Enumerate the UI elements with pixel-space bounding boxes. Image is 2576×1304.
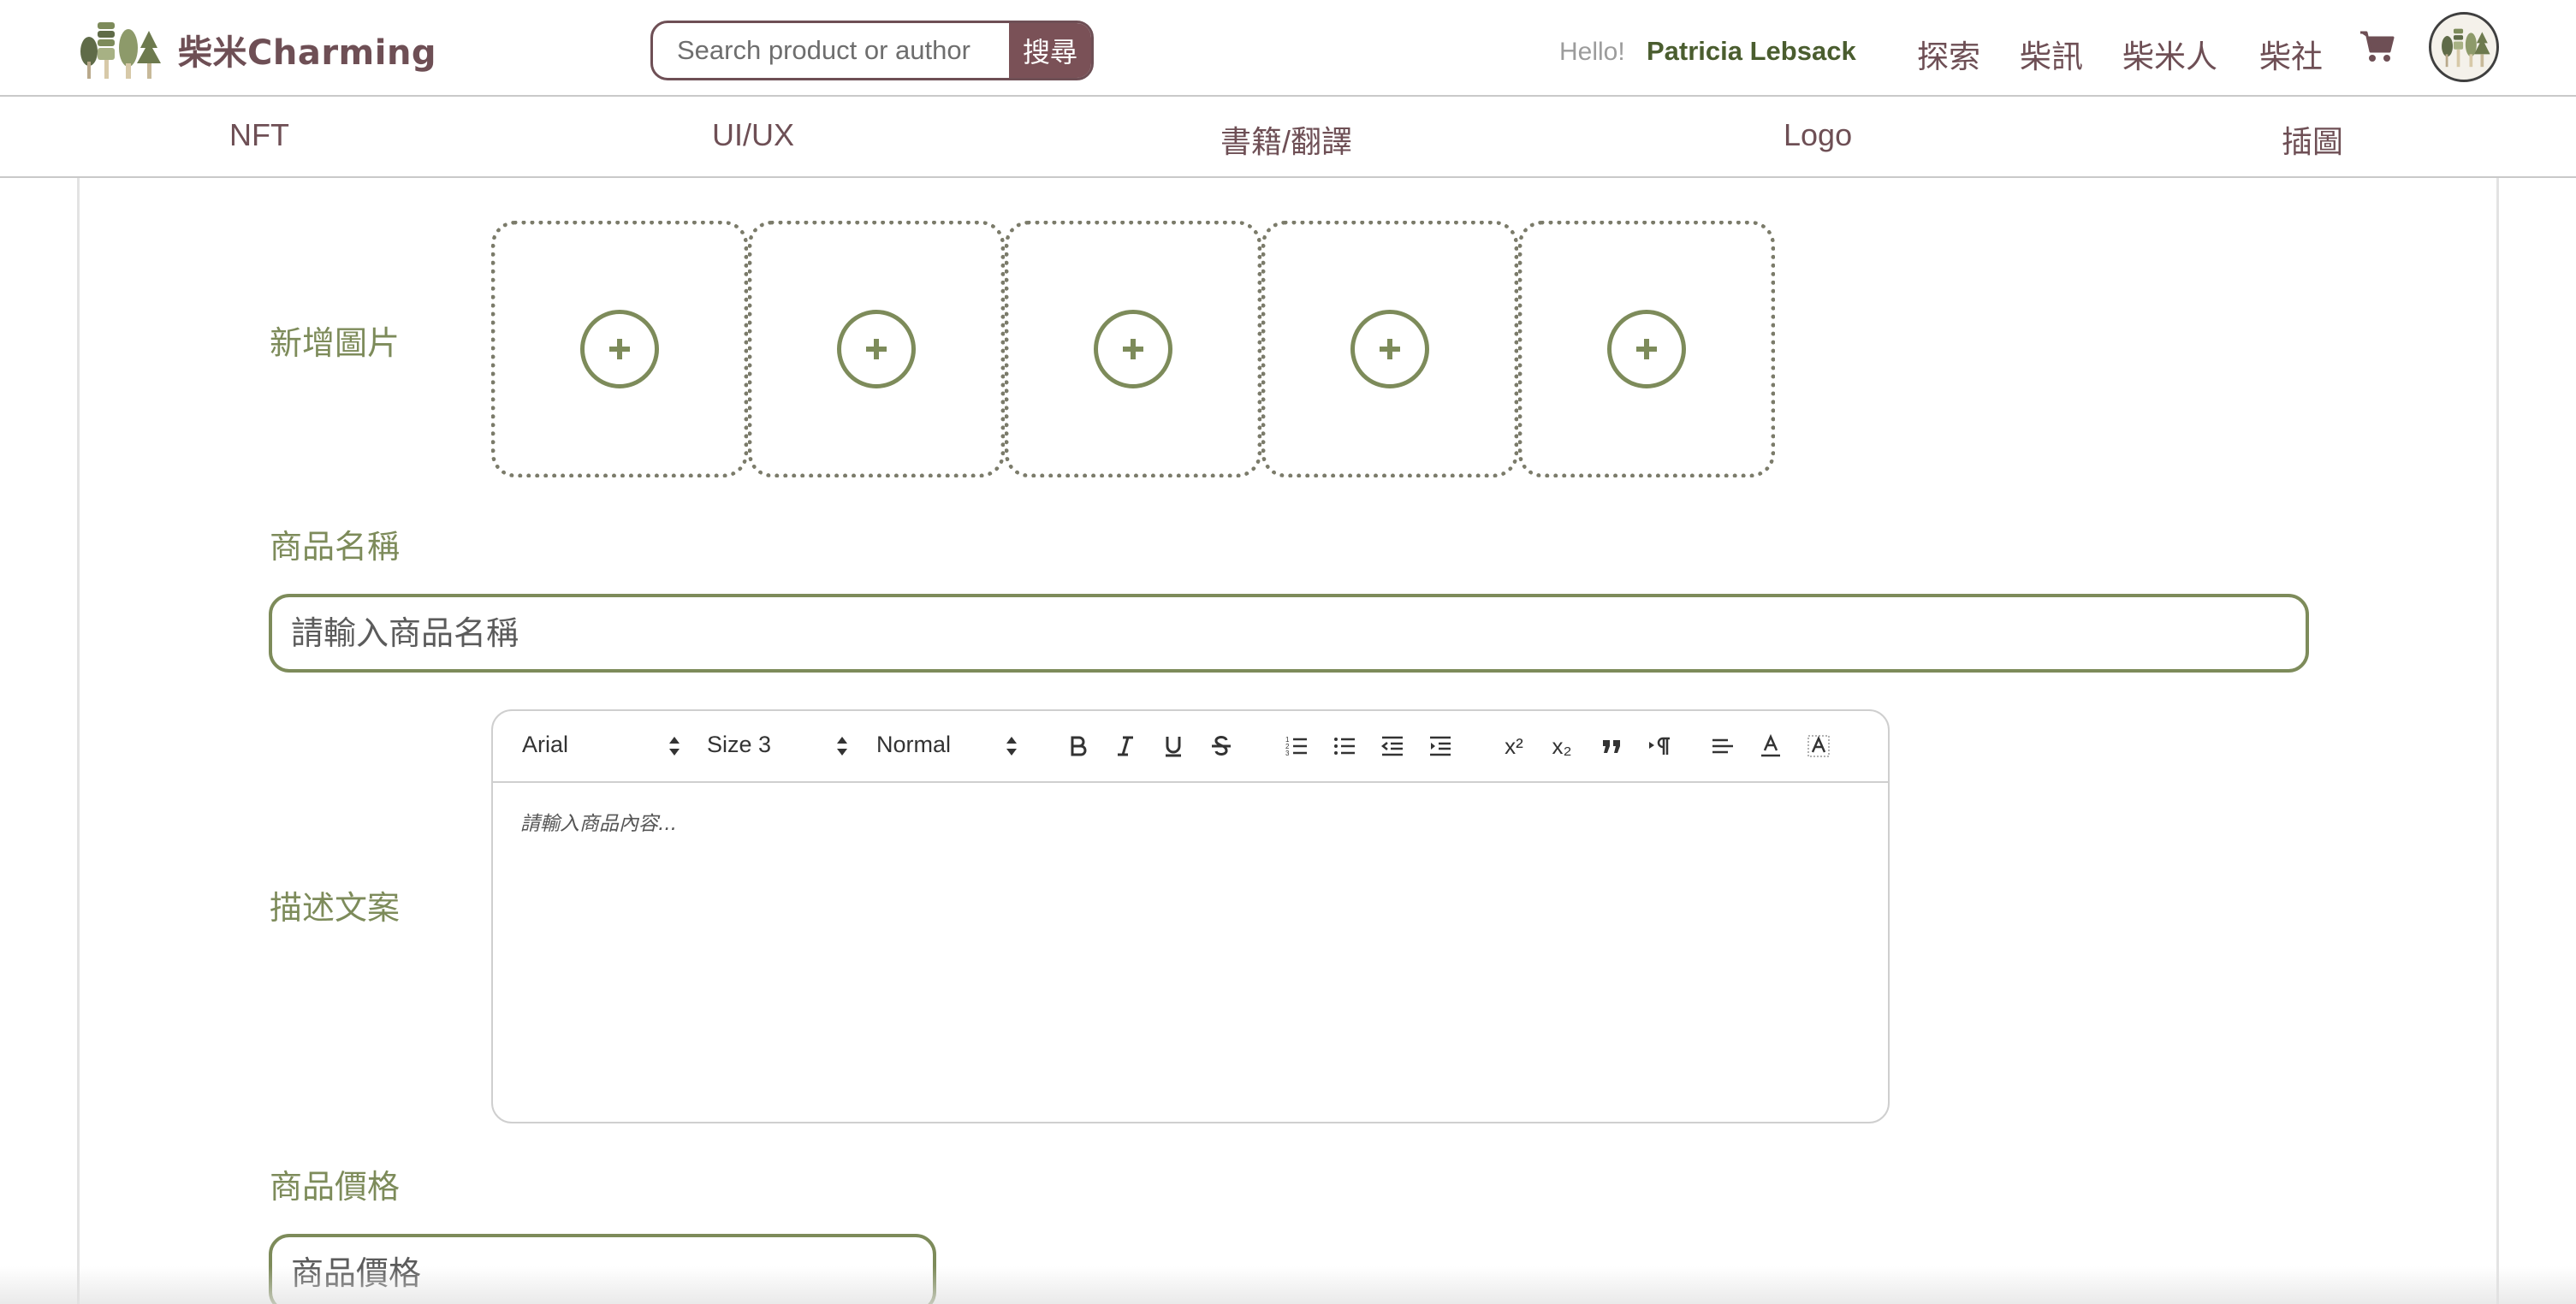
subscript-icon[interactable]: x₂ — [1546, 730, 1578, 762]
greeting-text: Hello! — [1559, 38, 1625, 66]
indent-icon[interactable] — [1424, 730, 1457, 762]
product-name-label: 商品名稱 — [270, 528, 401, 566]
brand-name: 柴米Charming — [178, 33, 437, 73]
text-color-icon[interactable] — [1754, 730, 1787, 762]
background-color-icon[interactable] — [1802, 730, 1835, 762]
outdent-icon[interactable] — [1376, 730, 1409, 762]
image-upload-slot[interactable] — [748, 221, 1005, 477]
add-image-icon — [1094, 310, 1172, 388]
category-uiux[interactable]: UI/UX — [712, 117, 794, 153]
select-arrow-icon — [837, 737, 847, 756]
avatar[interactable] — [2429, 12, 2499, 82]
add-images-label: 新增圖片 — [270, 324, 401, 362]
image-upload-slot[interactable] — [1518, 221, 1775, 477]
category-illustration[interactable]: 插圖 — [2282, 117, 2343, 162]
select-arrow-icon — [1006, 737, 1017, 756]
strikethrough-icon[interactable] — [1205, 730, 1238, 762]
editor-toolbar: Arial Size 3 Normal 123 x² x₂ — [493, 711, 1888, 783]
italic-icon[interactable] — [1109, 730, 1142, 762]
add-image-icon — [837, 310, 916, 388]
search-bar: 搜尋 — [650, 21, 1094, 80]
blockquote-icon[interactable] — [1595, 730, 1628, 762]
description-editor: Arial Size 3 Normal 123 x² x₂ 請輸入商品內容... — [491, 709, 1890, 1123]
add-image-icon — [580, 310, 659, 388]
product-name-input[interactable] — [269, 594, 2309, 673]
font-select[interactable]: Arial — [522, 732, 568, 758]
category-books[interactable]: 書籍/翻譯 — [1220, 117, 1352, 162]
cart-icon[interactable] — [2359, 29, 2395, 63]
nav-people[interactable]: 柴米人 — [2122, 31, 2217, 77]
nav-community[interactable]: 柴社 — [2259, 31, 2323, 77]
bold-icon[interactable] — [1061, 730, 1094, 762]
size-select[interactable]: Size 3 — [707, 732, 771, 758]
editor-content[interactable]: 請輸入商品內容... — [520, 807, 677, 836]
image-upload-slot[interactable] — [1005, 221, 1261, 477]
image-upload-slot[interactable] — [1261, 221, 1518, 477]
text-direction-icon[interactable] — [1643, 730, 1676, 762]
search-button[interactable]: 搜尋 — [1009, 23, 1091, 78]
description-label: 描述文案 — [270, 889, 401, 927]
bullet-list-icon[interactable] — [1328, 730, 1361, 762]
image-upload-slot[interactable] — [491, 221, 748, 477]
align-icon[interactable] — [1706, 730, 1739, 762]
brand-logo[interactable]: 柴米Charming — [79, 19, 436, 80]
nav-news[interactable]: 柴訊 — [2020, 31, 2083, 77]
nav-explore[interactable]: 探索 — [1917, 31, 1980, 77]
user-name[interactable]: Patricia Lebsack — [1647, 36, 1856, 67]
top-header: 柴米Charming 搜尋 Hello! Patricia Lebsack 探索… — [0, 0, 2576, 97]
category-bar: NFT UI/UX 書籍/翻譯 Logo 插圖 — [0, 97, 2576, 178]
price-label: 商品價格 — [270, 1168, 401, 1206]
tree-forest-icon — [80, 22, 161, 79]
underline-icon[interactable] — [1157, 730, 1190, 762]
bottom-scroll-shade — [0, 1266, 2576, 1304]
svg-text:3: 3 — [1285, 750, 1290, 757]
add-image-icon — [1607, 310, 1686, 388]
search-input[interactable] — [653, 23, 1009, 78]
style-select[interactable]: Normal — [876, 732, 951, 758]
superscript-icon[interactable]: x² — [1498, 730, 1530, 762]
category-nft[interactable]: NFT — [229, 117, 289, 153]
ordered-list-icon[interactable]: 123 — [1280, 730, 1313, 762]
category-logo[interactable]: Logo — [1784, 117, 1852, 153]
add-image-icon — [1350, 310, 1429, 388]
select-arrow-icon — [669, 737, 680, 756]
